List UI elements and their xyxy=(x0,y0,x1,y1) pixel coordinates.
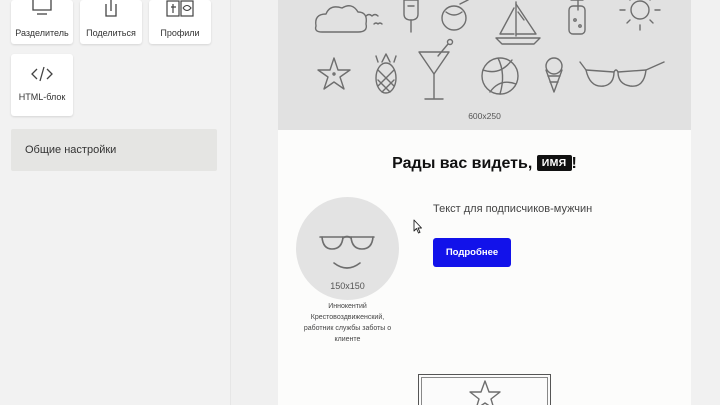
canvas-right-margin xyxy=(691,0,720,405)
block-label: HTML-блок xyxy=(18,92,66,102)
smiley-sunglasses-icon xyxy=(319,235,375,269)
name-merge-tag[interactable]: ИМЯ xyxy=(536,155,572,171)
general-settings-button[interactable]: Общие настройки xyxy=(11,129,217,171)
mouse-cursor-icon xyxy=(413,219,423,239)
banner-image-placeholder[interactable]: 600x250 xyxy=(278,0,691,130)
birds-icon xyxy=(365,13,383,25)
greeting-punctuation: ! xyxy=(571,155,577,172)
starfish-icon xyxy=(317,57,351,90)
cloud-icon xyxy=(314,5,368,33)
sailboat-icon xyxy=(495,1,541,45)
banner-size-label: 600x250 xyxy=(468,111,501,121)
greeting-text: Рады вас видеть, xyxy=(392,155,533,172)
starfish-icon xyxy=(469,380,501,405)
pineapple-icon xyxy=(375,53,397,94)
avatar-size-label: 150x150 xyxy=(330,281,365,291)
canvas-gutter xyxy=(230,0,278,405)
email-canvas[interactable]: 600x250 Рады вас видеть, ИМЯ! 150x150 Ин… xyxy=(278,0,691,405)
block-label: Разделитель xyxy=(15,28,69,38)
block-divider[interactable]: Разделитель xyxy=(11,0,73,44)
greeting-heading[interactable]: Рады вас видеть, ИМЯ! xyxy=(278,155,691,173)
popsicle-icon xyxy=(403,0,419,33)
block-label: Поделиться xyxy=(86,28,136,38)
avatar-caption[interactable]: Иннокентий Крестовоздвиженский, работник… xyxy=(296,301,399,345)
code-icon xyxy=(29,66,55,87)
beach-ball-icon xyxy=(481,57,519,95)
bottom-image-placeholder[interactable] xyxy=(418,374,551,405)
avatar-image-placeholder[interactable]: 150x150 xyxy=(296,197,399,300)
more-button[interactable]: Подробнее xyxy=(433,238,511,267)
subscriber-text[interactable]: Текст для подписчиков-мужчин xyxy=(433,203,592,215)
sunglasses-icon xyxy=(579,61,665,87)
share-icon xyxy=(99,0,123,25)
coconut-icon xyxy=(441,0,469,31)
blocks-panel: Разделитель Поделиться Профили HTML-блок… xyxy=(0,0,230,405)
block-html[interactable]: HTML-блок xyxy=(11,54,73,116)
block-profiles[interactable]: Профили xyxy=(149,0,211,44)
sun-icon xyxy=(619,0,661,31)
cocktail-icon xyxy=(418,38,454,100)
block-share[interactable]: Поделиться xyxy=(80,0,142,44)
drink-jar-icon xyxy=(568,0,586,35)
social-profiles-icon xyxy=(165,0,195,25)
divider-icon xyxy=(30,0,54,25)
block-label: Профили xyxy=(160,28,200,38)
ice-cream-icon xyxy=(545,57,563,93)
